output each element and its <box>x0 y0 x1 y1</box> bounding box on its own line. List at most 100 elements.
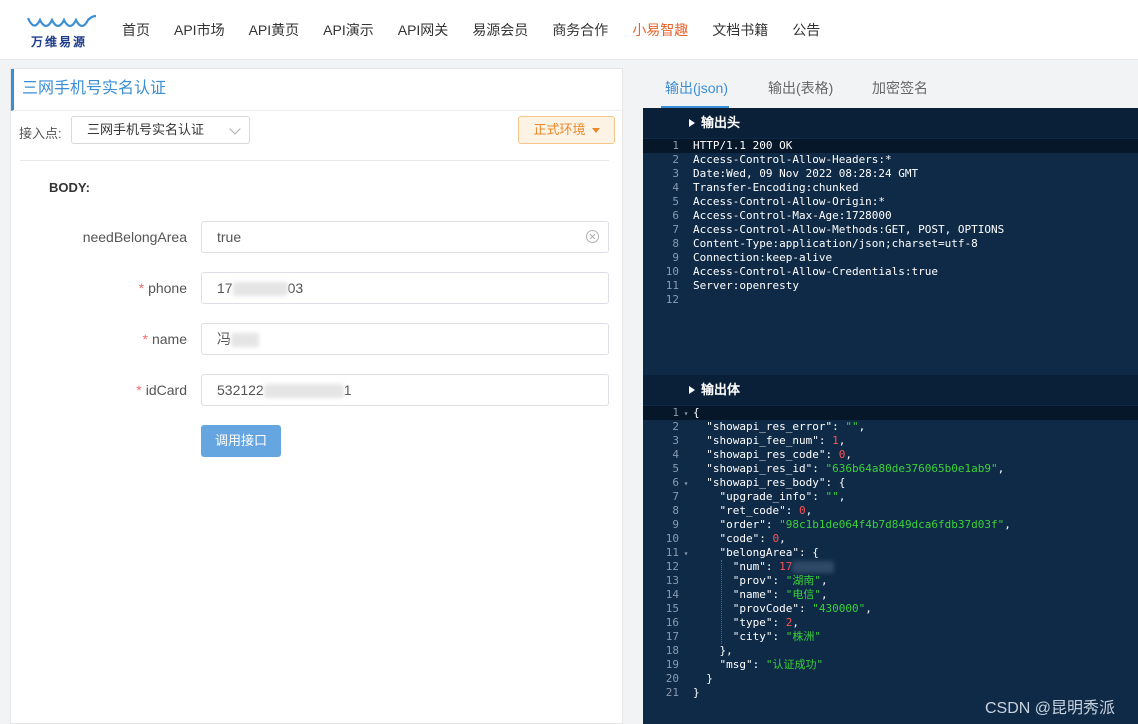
code-line: 16 "type": 2, <box>643 616 1138 630</box>
fold-toggle-icon[interactable]: ▾ <box>679 407 693 421</box>
fold-toggle-icon[interactable]: ▾ <box>679 477 693 491</box>
json-punct: , <box>838 434 846 447</box>
nav-item[interactable]: API市场 <box>174 20 225 40</box>
redacted-mask <box>232 282 288 297</box>
json-punct: , <box>1004 518 1011 531</box>
line-number: 13 <box>665 574 679 587</box>
json-punct: , <box>997 462 1005 475</box>
field-label-needbelongarea: needBelongArea <box>83 229 187 245</box>
body-section-toggle[interactable]: 输出体 <box>643 375 1138 405</box>
code-line: 4 "showapi_res_code": 0, <box>643 448 1138 462</box>
json-punct: : <box>752 658 766 671</box>
top-nav: 万维易源 首页 API市场 API黄页 API演示 API网关 易源会员 商务合作 小易智趣 文… <box>0 0 1138 60</box>
line-number: 9 <box>672 518 679 531</box>
nav-item[interactable]: 易源会员 <box>472 20 528 40</box>
output-tabs: 输出(json) 输出(表格) 加密签名 <box>643 68 1138 108</box>
code-line: 11 Server:openresty <box>643 279 1138 293</box>
code-text: Date:Wed, 09 Nov 2022 08:28:24 GMT <box>693 167 919 180</box>
json-punct: : <box>785 504 799 517</box>
json-punct <box>693 476 706 489</box>
entry-point-select[interactable]: 三网手机号实名认证 <box>71 116 250 144</box>
line-number: 8 <box>672 504 679 517</box>
json-key: "code" <box>719 532 760 545</box>
line-number: 19 <box>665 658 679 671</box>
code-line: 20 } <box>643 672 1138 686</box>
line-number: 3 <box>672 167 679 180</box>
phone-input[interactable]: 17 03 <box>201 272 609 304</box>
json-punct: : <box>818 434 833 447</box>
json-punct: : <box>759 532 773 545</box>
json-punct <box>693 630 733 643</box>
line-number: 21 <box>665 686 679 699</box>
json-punct: : <box>772 630 786 643</box>
fold-toggle-icon[interactable]: ▾ <box>679 547 693 561</box>
idcard-input[interactable]: 532122 1 <box>201 374 609 406</box>
json-punct <box>693 462 706 475</box>
code-text: Content-Type:application/json;charset=ut… <box>693 237 978 250</box>
json-punct: : <box>772 616 786 629</box>
tab-output-table[interactable]: 输出(表格) <box>768 68 833 108</box>
json-string: "636b64a80de376065b0e1ab9" <box>825 462 998 475</box>
code-line: 19 "msg": "认证成功" <box>643 658 1138 672</box>
caret-down-icon <box>591 128 600 134</box>
nav-item[interactable]: API网关 <box>398 20 449 40</box>
code-text: Connection:keep-alive <box>693 251 833 264</box>
nav-item[interactable]: 小易智趣 <box>632 20 688 40</box>
body-section-title: 输出体 <box>701 382 741 397</box>
line-number: 5 <box>672 195 679 208</box>
json-punct <box>693 602 733 615</box>
json-key: "city" <box>732 630 773 643</box>
line-number: 11 <box>665 279 679 292</box>
json-string: "电信" <box>785 588 821 601</box>
json-key: "provCode" <box>732 602 799 615</box>
nav-item[interactable]: API黄页 <box>249 20 300 40</box>
json-string: "" <box>845 420 859 433</box>
json-punct: : <box>765 560 780 573</box>
caret-right-icon <box>689 386 695 394</box>
line-number: 11 <box>665 546 679 559</box>
call-api-button[interactable]: 调用接口 <box>201 425 281 457</box>
nav-item[interactable]: API演示 <box>323 20 374 40</box>
code-line: 5 Access-Control-Allow-Origin:* <box>643 195 1138 209</box>
panel-title: 三网手机号实名认证 <box>11 69 624 111</box>
json-punct: : <box>772 588 786 601</box>
code-line: 12 <box>643 293 1138 307</box>
line-number: 6 <box>672 209 679 222</box>
nav-item[interactable]: 首页 <box>122 20 150 40</box>
json-punct: , <box>865 602 872 615</box>
header-section-toggle[interactable]: 输出头 <box>643 108 1138 138</box>
json-punct: : <box>812 462 826 475</box>
code-line: 18 }, <box>643 644 1138 658</box>
json-punct: { <box>693 406 700 419</box>
idcard-value-prefix: 532122 <box>217 382 264 398</box>
json-punct <box>693 420 706 433</box>
clear-icon[interactable] <box>586 230 599 243</box>
code-line: 2 Access-Control-Allow-Headers:* <box>643 153 1138 167</box>
environment-button[interactable]: 正式环境 <box>518 116 615 144</box>
response-body-code: 1 ▾{2 "showapi_res_error": "", 3 "showapi_… <box>643 406 1138 700</box>
json-punct <box>693 532 720 545</box>
tab-output-json[interactable]: 输出(json) <box>665 68 728 108</box>
code-line: 1 HTTP/1.1 200 OK <box>643 139 1138 153</box>
name-input[interactable]: 冯 <box>201 323 609 355</box>
site-logo[interactable]: 万维易源 <box>26 14 98 49</box>
json-punct: : <box>825 448 839 461</box>
tab-signature[interactable]: 加密签名 <box>872 68 928 108</box>
line-number: 20 <box>665 672 679 685</box>
json-punct: , <box>821 588 828 601</box>
json-punct <box>693 588 733 601</box>
json-punct: } <box>693 672 713 685</box>
code-line: 7 Access-Control-Allow-Methods:GET, POST,… <box>643 223 1138 237</box>
code-line: 4 Transfer-Encoding:chunked <box>643 181 1138 195</box>
needbelongarea-input[interactable]: true <box>201 221 609 253</box>
code-line: 9 "order": "98c1b1de064f4b7d849dca6fdb37… <box>643 518 1138 532</box>
json-key: "showapi_res_body" <box>706 476 826 489</box>
code-line: 15 "provCode": "430000", <box>643 602 1138 616</box>
nav-item[interactable]: 公告 <box>792 20 820 40</box>
code-line: 9 Connection:keep-alive <box>643 251 1138 265</box>
entry-point-value: 三网手机号实名认证 <box>87 122 205 137</box>
nav-item[interactable]: 文档书籍 <box>712 20 768 40</box>
json-punct <box>693 448 706 461</box>
environment-label: 正式环境 <box>533 122 586 137</box>
nav-item[interactable]: 商务合作 <box>552 20 608 40</box>
